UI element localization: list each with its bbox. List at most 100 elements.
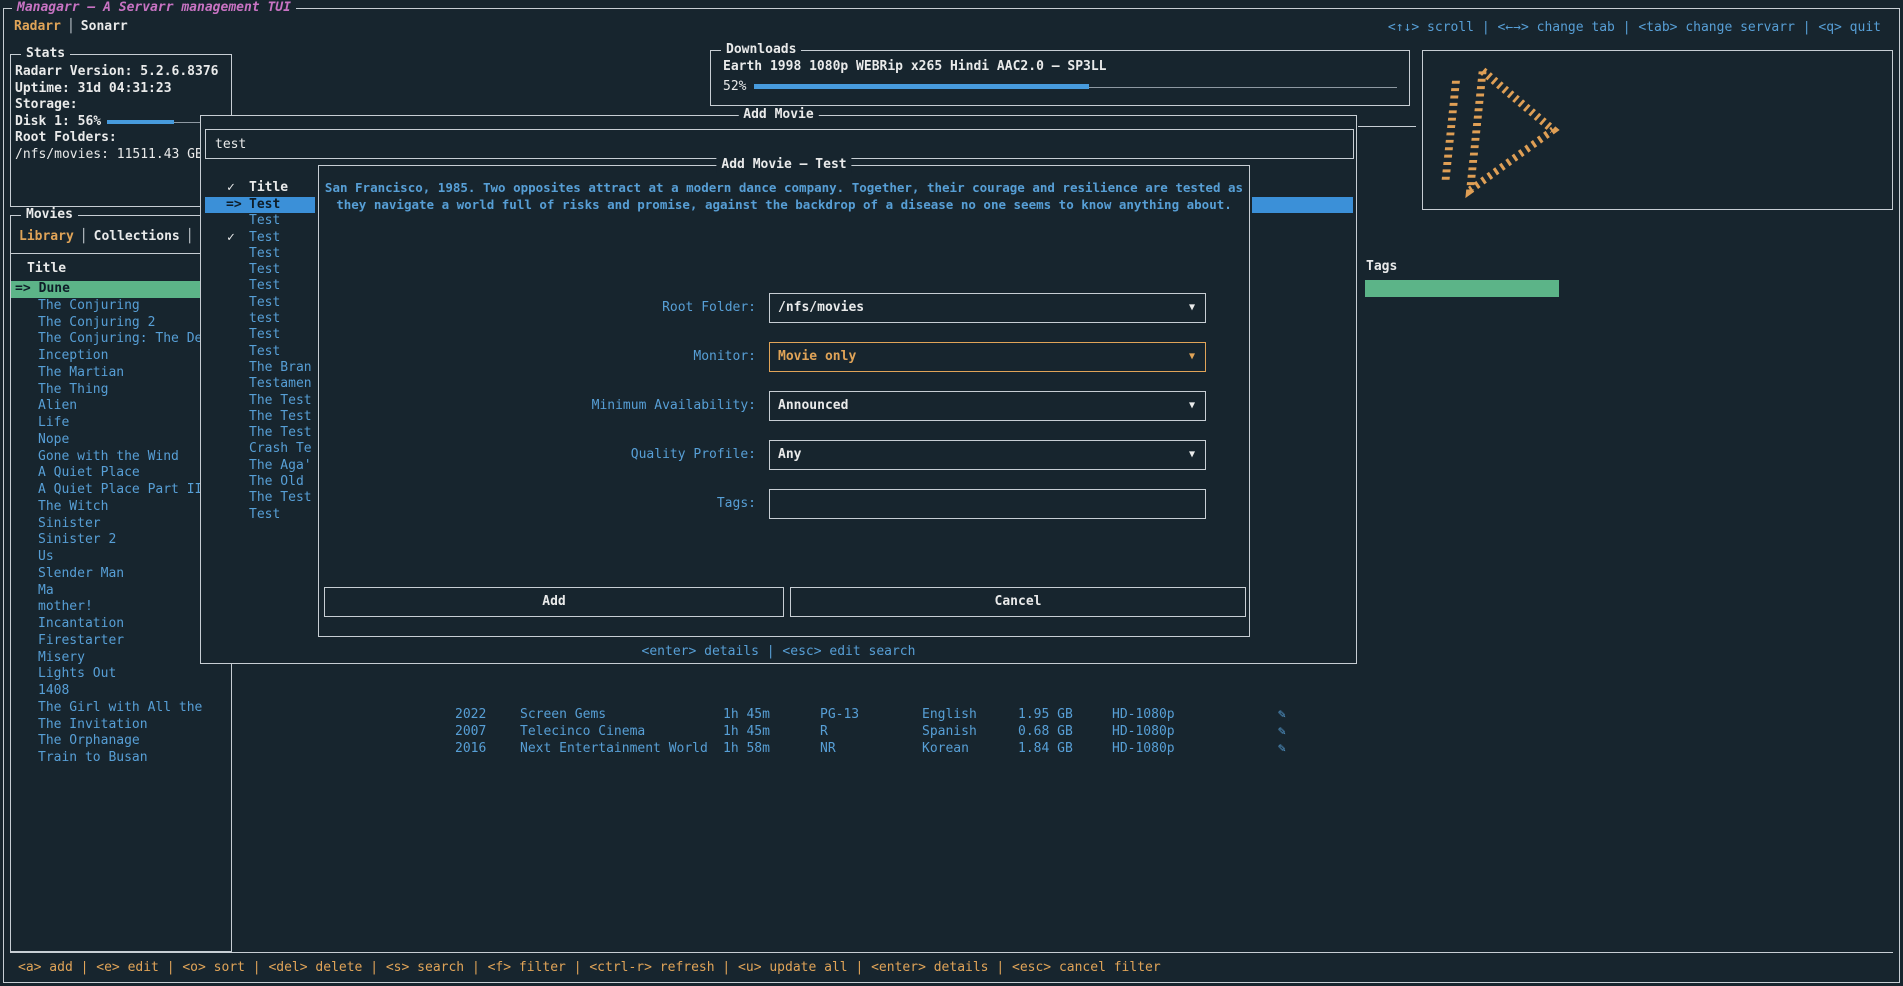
add-button[interactable]: Add <box>324 587 784 617</box>
minimum-availability-select[interactable]: Announced ▼ <box>769 391 1206 421</box>
movie-row[interactable]: The Conjuring <box>11 298 231 315</box>
tags-column-header: Tags <box>1366 259 1397 274</box>
movie-row[interactable]: The Girl with All the <box>11 700 231 717</box>
movie-title: Life <box>38 415 69 430</box>
root-folder-field: Root Folder: /nfs/movies ▼ <box>319 293 1249 323</box>
movie-row[interactable]: Misery <box>11 650 231 667</box>
radarr-version: Radarr Version: 5.2.6.8376 <box>11 64 231 81</box>
movie-row[interactable]: Us <box>11 549 231 566</box>
movie-row[interactable]: Ma <box>11 583 231 600</box>
movie-title: Sinister 2 <box>38 532 116 547</box>
movie-row[interactable]: The Thing <box>11 382 231 399</box>
movie-row[interactable]: mother! <box>11 599 231 616</box>
movie-overview: San Francisco, 1985. Two opposites attra… <box>323 180 1245 213</box>
cancel-button[interactable]: Cancel <box>790 587 1246 617</box>
quality-profile-select[interactable]: Any ▼ <box>769 440 1206 470</box>
movie-title: The Thing <box>38 382 108 397</box>
download-item-title[interactable]: Earth 1998 1080p WEBRip x265 Hindi AAC2.… <box>723 58 1397 75</box>
movie-row[interactable]: The Witch <box>11 499 231 516</box>
tab-radarr[interactable]: Radarr <box>14 19 61 34</box>
cell-language: English <box>922 706 977 723</box>
downloaded-check-icon: ✓ <box>227 230 235 246</box>
root-folder-select[interactable]: /nfs/movies ▼ <box>769 293 1206 323</box>
cell-studio: Telecinco Cinema <box>520 723 645 740</box>
monitor-select[interactable]: Movie only ▼ <box>769 342 1206 372</box>
monitor-value: Movie only <box>778 349 856 364</box>
root-folders-label: Root Folders: <box>11 130 231 147</box>
movie-title: Us <box>38 549 54 564</box>
movie-row[interactable]: Firestarter <box>11 633 231 650</box>
root-folder-item: /nfs/movies: 11511.43 GB <box>11 147 231 164</box>
result-title: The Aga' <box>249 458 312 474</box>
movie-title: Gone with the Wind <box>38 449 179 464</box>
result-title: Test <box>249 213 280 229</box>
stats-panel-title: Stats <box>21 46 70 62</box>
cell-rating: NR <box>820 740 836 757</box>
selected-result-row[interactable]: => Test <box>205 197 315 213</box>
minimum-availability-value: Announced <box>778 398 848 413</box>
result-title: Test <box>249 295 280 311</box>
result-title: Test <box>249 507 280 523</box>
download-progress-bar <box>754 80 1397 94</box>
result-title: The Test <box>249 425 312 441</box>
movie-row[interactable]: Lights Out <box>11 666 231 683</box>
monitor-field: Monitor: Movie only ▼ <box>319 342 1249 372</box>
cell-runtime: 1h 45m <box>723 706 770 723</box>
movie-title: The Martian <box>38 365 124 380</box>
movie-row[interactable]: Life <box>11 415 231 432</box>
movie-row[interactable]: The Invitation <box>11 717 231 734</box>
movie-title: Inception <box>38 348 108 363</box>
minimum-availability-field: Minimum Availability: Announced ▼ <box>319 391 1249 421</box>
movie-row[interactable]: The Conjuring: The De <box>11 331 231 348</box>
movie-row[interactable]: Incantation <box>11 616 231 633</box>
movies-panel: Movies Library│Collections│ Title =>Dune… <box>10 215 232 952</box>
movie-title: Sinister <box>38 516 101 531</box>
movie-title: Alien <box>38 398 77 413</box>
download-progress-row: 52% <box>723 78 1397 95</box>
movie-row[interactable]: A Quiet Place <box>11 465 231 482</box>
dropdown-arrow-icon: ▼ <box>1189 343 1195 371</box>
add-movie-help: <enter> details | <esc> edit search <box>201 644 1356 659</box>
movie-row[interactable]: Slender Man <box>11 566 231 583</box>
add-movie-search-input[interactable] <box>205 129 1354 159</box>
movie-row[interactable]: A Quiet Place Part II <box>11 482 231 499</box>
popup-title: Add Movie – Test <box>716 157 851 173</box>
movie-title: The Invitation <box>38 717 148 732</box>
library-row[interactable]: 2007 Telecinco Cinema 1h 45m R Spanish 0… <box>455 723 1385 740</box>
movie-row[interactable]: The Conjuring 2 <box>11 315 231 332</box>
tab-collections[interactable]: Collections <box>94 229 180 244</box>
download-percent-label: 52% <box>723 78 746 95</box>
cell-size: 1.84 GB <box>1018 740 1073 757</box>
tab-sonarr[interactable]: Sonarr <box>81 19 128 34</box>
movie-row[interactable]: Alien <box>11 398 231 415</box>
result-title: Test <box>249 197 280 213</box>
movie-row[interactable]: Gone with the Wind <box>11 449 231 466</box>
movie-row[interactable]: Train to Busan <box>11 750 231 767</box>
movie-row[interactable]: The Orphanage <box>11 733 231 750</box>
title-column-header: Title <box>249 180 288 195</box>
selected-movie-row[interactable]: =>Dune <box>11 281 231 298</box>
result-title: Test <box>249 262 280 278</box>
tags-input[interactable] <box>769 489 1206 519</box>
movie-row[interactable]: Sinister 2 <box>11 532 231 549</box>
movies-panel-title: Movies <box>21 207 78 223</box>
movie-title: Train to Busan <box>38 750 148 765</box>
movie-title: The Orphanage <box>38 733 140 748</box>
result-title: Testamen <box>249 376 312 392</box>
result-title: The Test <box>249 393 312 409</box>
cell-size: 1.95 GB <box>1018 706 1073 723</box>
library-row[interactable]: 2022 Screen Gems 1h 45m PG-13 English 1.… <box>455 706 1385 723</box>
cell-year: 2022 <box>455 706 486 723</box>
movie-title: The Girl with All the <box>38 700 202 715</box>
root-folder-label: Root Folder: <box>662 300 756 315</box>
library-row[interactable]: 2016 Next Entertainment World 1h 58m NR … <box>455 740 1385 757</box>
movie-row[interactable]: Inception <box>11 348 231 365</box>
cell-rating: PG-13 <box>820 706 859 723</box>
movie-row[interactable]: Nope <box>11 432 231 449</box>
movie-row[interactable]: 1408 <box>11 683 231 700</box>
result-title: Test <box>249 230 280 246</box>
tags-label: Tags: <box>717 496 756 511</box>
movie-row[interactable]: The Martian <box>11 365 231 382</box>
movie-row[interactable]: Sinister <box>11 516 231 533</box>
tab-library[interactable]: Library <box>19 229 74 244</box>
